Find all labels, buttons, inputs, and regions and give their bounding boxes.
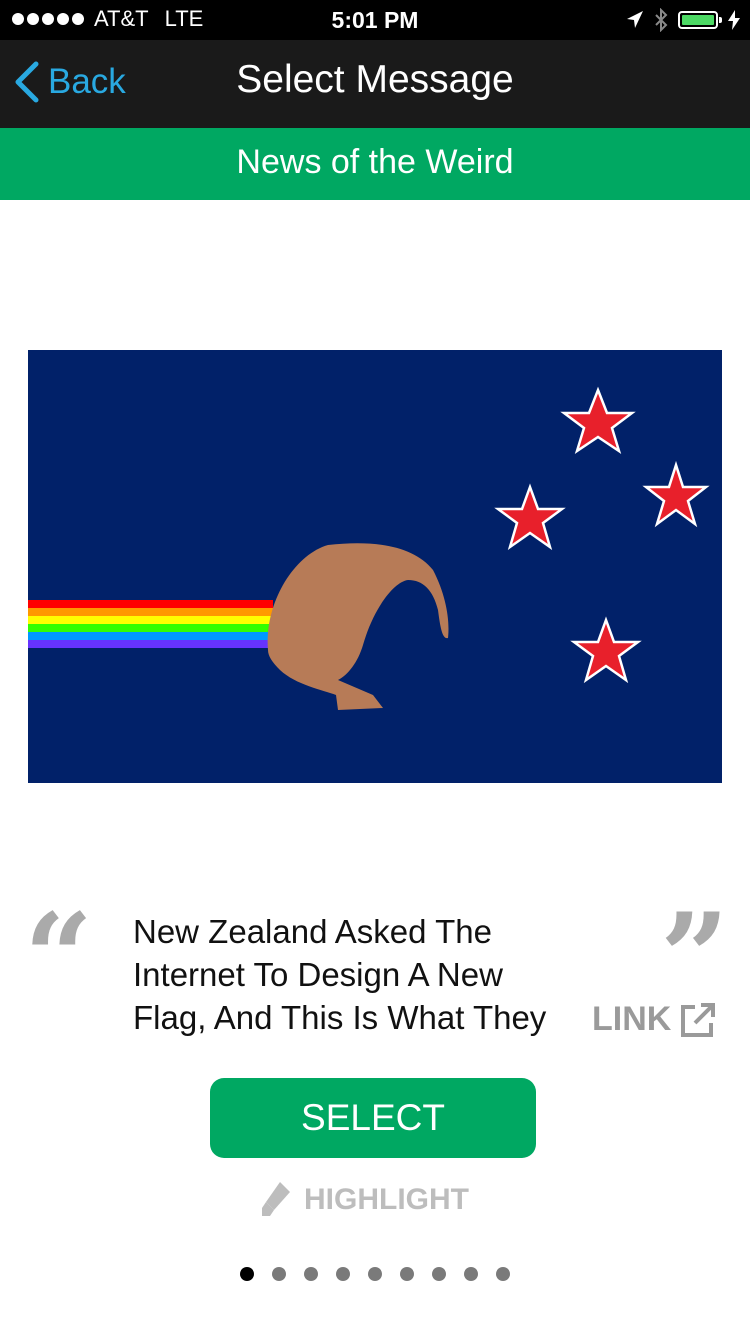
page-dot[interactable] (336, 1267, 350, 1281)
link-label: LINK (592, 1000, 672, 1038)
charging-bolt-icon (728, 10, 740, 30)
page-dot[interactable] (272, 1267, 286, 1281)
article-headline: New Zealand Asked The Internet To Design… (133, 913, 547, 1036)
page-dot[interactable] (400, 1267, 414, 1281)
page-dot[interactable] (240, 1267, 254, 1281)
external-link-icon (681, 1002, 716, 1037)
bluetooth-icon (655, 8, 668, 32)
article-link[interactable]: LINK (592, 1000, 717, 1039)
page-dot[interactable] (496, 1267, 510, 1281)
article-image (28, 350, 722, 783)
page-dot[interactable] (432, 1267, 446, 1281)
select-button[interactable]: SELECT (210, 1078, 536, 1158)
highlighter-pen-icon (262, 1182, 290, 1216)
highlight-button[interactable]: HIGHLIGHT (258, 1180, 469, 1220)
highlight-label: HIGHLIGHT (304, 1183, 469, 1216)
page-title: Select Message (236, 58, 514, 101)
battery-icon (678, 11, 722, 29)
rainbow-trail (28, 600, 273, 648)
status-bar: AT&T LTE 5:01 PM (0, 0, 750, 40)
open-quote-icon: “ (24, 887, 94, 1028)
page-dot[interactable] (368, 1267, 382, 1281)
page-dot[interactable] (464, 1267, 478, 1281)
category-title: News of the Weird (0, 128, 750, 200)
page-indicator (240, 1267, 510, 1281)
location-arrow-icon (627, 11, 643, 28)
navigation-bar: Back Select Message (0, 40, 750, 128)
page-dot[interactable] (304, 1267, 318, 1281)
